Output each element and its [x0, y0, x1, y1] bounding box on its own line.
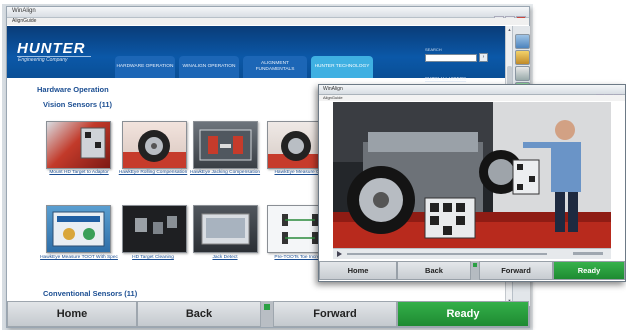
- target-adaptor-icon: [80, 127, 106, 159]
- video-thumbnail[interactable]: [122, 205, 187, 253]
- video-caption[interactable]: Jack Detect: [185, 255, 265, 261]
- video-thumbnail[interactable]: [46, 205, 111, 253]
- title-bar: WinAlign _□×: [7, 7, 529, 24]
- bottom-button-bar: Home Back Forward Ready: [7, 301, 529, 327]
- tab-winalign-operation[interactable]: WINALIGN OPERATION: [179, 56, 239, 78]
- video-still-image: [333, 102, 611, 248]
- video-thumbnail[interactable]: [193, 205, 258, 253]
- menu-alignguide[interactable]: AlignGuide: [323, 95, 343, 100]
- back-button[interactable]: Back: [137, 301, 261, 327]
- play-icon[interactable]: [337, 251, 342, 257]
- video-caption[interactable]: HawkEye Jacking Compensation: [185, 170, 265, 176]
- video-menu-bar: AlignGuide: [319, 95, 625, 101]
- tab-label: ALIGNMENT FUNDAMENTALS: [255, 61, 295, 72]
- video-caption[interactable]: HD Target Cleaning: [113, 255, 193, 261]
- button-separator: [261, 301, 273, 327]
- tool-icon[interactable]: [515, 34, 530, 49]
- menu-bar: AlignGuide: [7, 18, 529, 25]
- video-caption[interactable]: Mount HD Target to Adaptor: [39, 170, 119, 176]
- tab-label: WINALIGN OPERATION: [182, 64, 236, 69]
- screen-icon: [52, 211, 105, 247]
- video-title-bar: WinAlign _□×: [319, 85, 625, 101]
- video-frame[interactable]: [333, 102, 611, 248]
- back-button[interactable]: Back: [397, 261, 471, 280]
- video-thumbnail[interactable]: [46, 121, 111, 169]
- tab-label: HUNTER TECHNOLOGY: [314, 64, 370, 69]
- tool-icon[interactable]: [515, 50, 530, 65]
- video-caption[interactable]: HawkEye Measure TOOT With Spec: [39, 255, 119, 261]
- video-window: WinAlign _□× AlignGuide: [318, 84, 626, 282]
- lift-icon: [199, 129, 252, 161]
- subsection-title: Vision Sensors (11): [43, 100, 113, 109]
- tool-icon[interactable]: [515, 66, 530, 81]
- video-thumbnail[interactable]: [193, 121, 258, 169]
- search-go-button[interactable]: ›: [479, 53, 488, 62]
- video-controls: [333, 248, 611, 259]
- ready-button[interactable]: Ready: [553, 261, 625, 280]
- seek-bar[interactable]: [347, 253, 547, 255]
- video-caption[interactable]: HawkEye Rolling Compensation: [113, 170, 193, 176]
- hunter-logo: HUNTER: [17, 40, 86, 57]
- indicator-light: [264, 304, 270, 310]
- home-button[interactable]: Home: [319, 261, 397, 280]
- header-banner: HUNTER Engineering Company HARDWARE OPER…: [7, 26, 505, 81]
- volume-slider[interactable]: [573, 252, 603, 255]
- subsection-title-conventional: Conventional Sensors (11): [43, 289, 138, 298]
- video-thumbnail[interactable]: [122, 121, 187, 169]
- video-window-title: WinAlign: [323, 86, 343, 92]
- tab-label: HARDWARE OPERATION: [116, 64, 174, 69]
- button-separator: [471, 261, 479, 280]
- menu-alignguide[interactable]: AlignGuide: [12, 18, 36, 24]
- logo-subtitle: Engineering Company: [18, 57, 68, 63]
- wheel-icon: [123, 130, 186, 168]
- home-button[interactable]: Home: [7, 301, 137, 327]
- search-label: SEARCH: [425, 47, 442, 52]
- tab-hardware-operation[interactable]: HARDWARE OPERATION: [115, 56, 175, 78]
- tab-alignment-fundamentals[interactable]: ALIGNMENT FUNDAMENTALS: [243, 56, 307, 78]
- window-title: WinAlign: [12, 8, 36, 14]
- indicator-light: [473, 263, 477, 267]
- target-cleaning-icon: [135, 216, 177, 234]
- forward-button[interactable]: Forward: [273, 301, 397, 327]
- jack-detect-icon: [201, 213, 250, 245]
- search-input[interactable]: [425, 54, 477, 62]
- tab-hunter-technology[interactable]: HUNTER TECHNOLOGY: [311, 56, 373, 78]
- ready-button[interactable]: Ready: [397, 301, 529, 327]
- forward-button[interactable]: Forward: [479, 261, 553, 280]
- section-title: Hardware Operation: [37, 85, 109, 94]
